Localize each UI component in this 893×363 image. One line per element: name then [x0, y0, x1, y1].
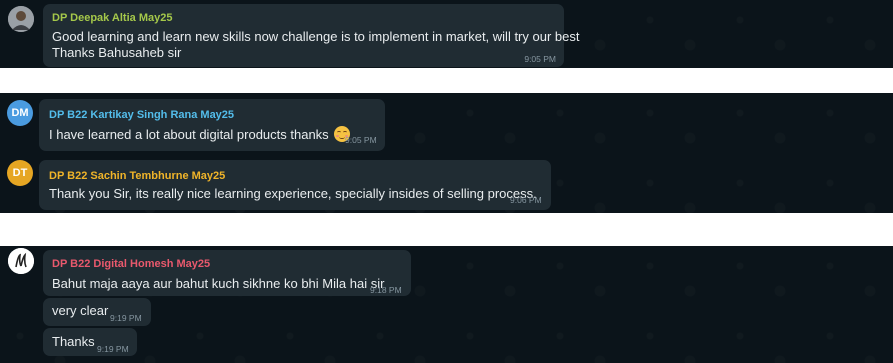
- message-text: Thanks Bahusaheb sir: [52, 45, 182, 60]
- message-text: I have learned a lot about digital produ…: [49, 126, 351, 144]
- avatar-kartikay[interactable]: DM: [7, 100, 33, 126]
- chat-panel-1: DP Deepak Altia May25 Good learning and …: [0, 0, 893, 68]
- message-text-content: I have learned a lot about digital produ…: [49, 127, 329, 142]
- message-text: Bahut maja aaya aur bahut kuch sikhne ko…: [52, 276, 385, 291]
- message-text: Thank you Sir, its really nice learning …: [49, 186, 537, 201]
- chat-panel-3: DP B22 Digital Homesh May25 Bahut maja a…: [0, 246, 893, 363]
- sender-name: DP B22 Sachin Tembhurne May25: [49, 170, 226, 182]
- sender-name: DP B22 Kartikay Singh Rana May25: [49, 109, 235, 121]
- message-timestamp: 9:06 PM: [510, 195, 542, 205]
- avatar-deepak[interactable]: [8, 6, 34, 32]
- person-photo-icon: [8, 6, 34, 32]
- chat-panel-2: DM DP B22 Kartikay Singh Rana May25 I ha…: [0, 93, 893, 213]
- message-text: very clear: [52, 303, 109, 318]
- message-timestamp: 9:05 PM: [345, 135, 377, 145]
- message-bubble-homesh-3[interactable]: Thanks 9:19 PM: [43, 328, 137, 356]
- message-bubble-sachin[interactable]: DP B22 Sachin Tembhurne May25 Thank you …: [39, 160, 551, 210]
- message-timestamp: 9:19 PM: [97, 344, 129, 354]
- sender-name: DP Deepak Altia May25: [52, 12, 173, 24]
- avatar-homesh[interactable]: [8, 248, 34, 274]
- message-bubble-homesh-2[interactable]: very clear 9:19 PM: [43, 298, 151, 326]
- message-bubble-kartikay[interactable]: DP B22 Kartikay Singh Rana May25 I have …: [39, 99, 385, 151]
- message-bubble-deepak[interactable]: DP Deepak Altia May25 Good learning and …: [43, 4, 579, 67]
- sender-name: DP B22 Digital Homesh May25: [52, 258, 211, 270]
- avatar-sachin[interactable]: DT: [7, 160, 33, 186]
- message-bubble-homesh-1[interactable]: DP B22 Digital Homesh May25 Bahut maja a…: [43, 250, 411, 296]
- message-timestamp: 9:05 PM: [524, 54, 556, 64]
- message-timestamp: 9:18 PM: [370, 285, 402, 295]
- message-timestamp: 9:19 PM: [110, 313, 142, 323]
- message-text: Thanks: [52, 334, 95, 349]
- logo-avatar-icon: [8, 248, 34, 274]
